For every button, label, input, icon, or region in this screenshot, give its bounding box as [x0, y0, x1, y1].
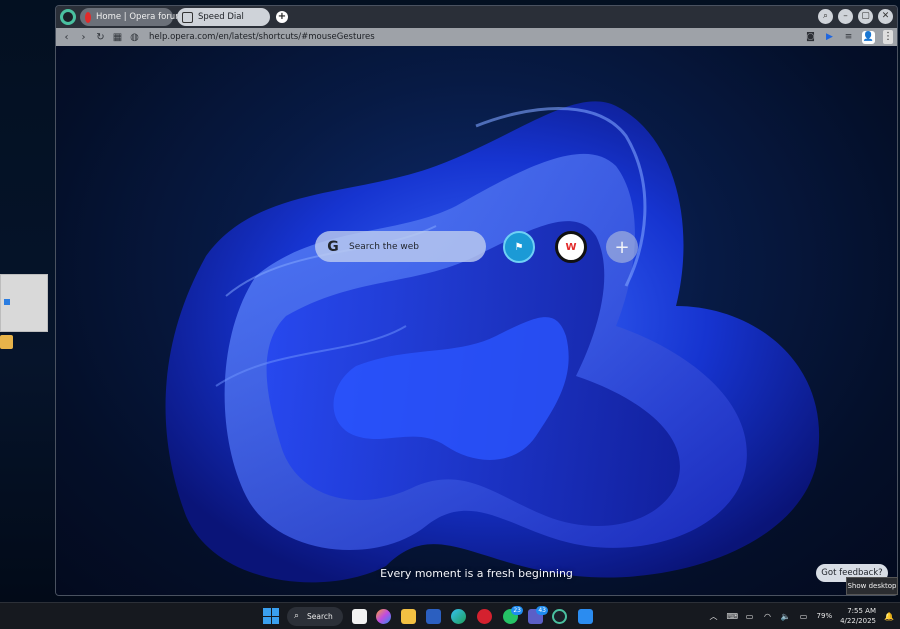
tab-label: Home | Opera forums — [96, 12, 188, 22]
opera-menu-icon[interactable] — [60, 9, 76, 25]
desktop: Home | Opera forums Speed Dial + ⌕ – ▢ ✕… — [0, 0, 900, 602]
address-bar: ‹ › ↻ ▦ ◍ help.opera.com/en/latest/short… — [56, 28, 897, 46]
opera-logo-icon — [85, 11, 91, 23]
profile-icon[interactable]: 👤 — [862, 30, 875, 44]
flag-icon: ⚑ — [514, 241, 524, 253]
windows-start-icon[interactable] — [263, 608, 279, 624]
display-icon[interactable]: ▭ — [745, 612, 755, 621]
clock[interactable]: 7:55 AM 4/22/2025 — [840, 606, 876, 626]
speed-dial-grid-icon — [182, 11, 193, 23]
file-explorer-icon[interactable] — [401, 609, 416, 624]
background-window-thumbnail[interactable] — [0, 274, 48, 332]
t-app-icon[interactable] — [477, 609, 492, 624]
tab-opera-forums[interactable]: Home | Opera forums — [80, 8, 188, 26]
w-logo-icon: W — [565, 241, 577, 253]
photos-icon[interactable] — [578, 609, 593, 624]
teams-icon[interactable]: 43 — [528, 606, 548, 624]
search-tabs-icon[interactable]: ⌕ — [818, 9, 833, 24]
folder-icon[interactable] — [0, 335, 13, 349]
volume-icon[interactable]: 🔈 — [781, 612, 791, 621]
show-desktop-tooltip: Show desktop — [846, 577, 898, 595]
search-placeholder: Search the web — [349, 241, 420, 252]
speed-dial-page: G Search the web ⚑ W + Every moment is a… — [56, 46, 897, 595]
wifi-icon[interactable]: ◠ — [763, 612, 773, 621]
edge-icon[interactable] — [451, 609, 466, 624]
easy-setup-icon[interactable]: ≡ — [843, 32, 854, 43]
battery-icon[interactable]: ▭ — [799, 612, 809, 621]
system-tray: ︿ ⌨ ▭ ◠ 🔈 ▭ 79% 7:55 AM 4/22/2025 🔔 — [709, 606, 894, 626]
plus-icon: + — [614, 236, 630, 258]
video-popout-icon[interactable]: ▶ — [824, 32, 835, 43]
camera-icon[interactable]: ◙ — [805, 32, 816, 43]
google-icon: G — [327, 238, 339, 255]
bloom-wallpaper — [165, 101, 820, 583]
wallpaper-tagline: Every moment is a fresh beginning — [380, 567, 573, 580]
store-icon[interactable] — [352, 609, 367, 624]
copilot-icon[interactable] — [376, 609, 391, 624]
menu-dots-icon[interactable]: ⋮ — [883, 30, 893, 44]
taskbar-search-label: Search — [307, 612, 333, 621]
whatsapp-icon[interactable]: 23 — [503, 606, 523, 624]
window-icon — [4, 299, 10, 305]
whatsapp-badge: 23 — [511, 606, 523, 615]
chevron-up-icon[interactable]: ︿ — [709, 611, 719, 622]
new-tab-button[interactable]: + — [276, 11, 288, 23]
maximize-button[interactable]: ▢ — [858, 9, 873, 24]
add-speed-dial-button[interactable]: + — [606, 231, 638, 263]
word-icon[interactable] — [426, 609, 441, 624]
search-icon: ⌕ — [294, 611, 300, 621]
speed-dial-forums[interactable]: ⚑ — [503, 231, 535, 263]
notification-bell-icon[interactable]: 🔔 — [884, 612, 894, 621]
tab-strip: Home | Opera forums Speed Dial + ⌕ – ▢ ✕ — [56, 6, 897, 28]
minimize-button[interactable]: – — [838, 9, 853, 24]
clock-date: 4/22/2025 — [840, 617, 876, 625]
keyboard-icon[interactable]: ⌨ — [727, 612, 739, 621]
back-icon[interactable]: ‹ — [60, 32, 73, 43]
taskbar-search[interactable]: ⌕ Search — [287, 607, 343, 626]
tab-label: Speed Dial — [198, 12, 244, 22]
globe-icon: ◍ — [130, 31, 139, 43]
close-button[interactable]: ✕ — [878, 9, 893, 24]
tab-speed-dial[interactable]: Speed Dial — [177, 8, 270, 26]
search-input[interactable]: G Search the web — [315, 231, 486, 262]
taskbar: ⌕ Search 23 43 ︿ ⌨ ▭ ◠ 🔈 ▭ 79% 7:55 AM 4… — [0, 602, 900, 629]
reload-icon[interactable]: ↻ — [94, 32, 107, 43]
forward-icon[interactable]: › — [77, 32, 90, 43]
opera-taskbar-icon[interactable] — [552, 609, 567, 624]
battery-percent: 79% — [816, 612, 833, 620]
speed-dial-w[interactable]: W — [555, 231, 587, 263]
clock-time: 7:55 AM — [847, 607, 876, 615]
speed-dial-icon[interactable]: ▦ — [111, 32, 124, 43]
opera-browser-window: Home | Opera forums Speed Dial + ⌕ – ▢ ✕… — [55, 5, 898, 596]
url-input[interactable]: help.opera.com/en/latest/shortcuts/#mous… — [149, 32, 375, 42]
teams-badge: 43 — [536, 606, 548, 615]
